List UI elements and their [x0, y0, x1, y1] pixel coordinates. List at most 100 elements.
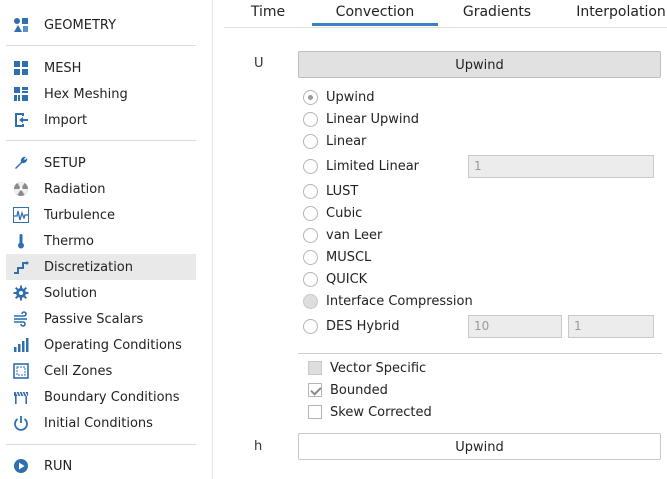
u-field-label: U [254, 56, 264, 71]
radio-indicator [303, 158, 318, 174]
radio-indicator [303, 271, 318, 287]
tab-convection[interactable]: Convection [312, 0, 438, 26]
gear-icon [12, 284, 30, 302]
radio-indicator [303, 318, 318, 334]
checkbox-label: Vector Specific [330, 360, 427, 376]
sidebar-item-label: Initial Conditions [44, 415, 153, 431]
radio-label: Cubic [326, 205, 363, 221]
sidebar-item-label: MESH [44, 60, 82, 76]
radiation-icon [12, 180, 30, 198]
bar-chart-icon [12, 336, 30, 354]
tab-time[interactable]: Time [246, 0, 290, 25]
radio-label: QUICK [326, 271, 368, 287]
sidebar-item-mesh[interactable]: MESH [6, 55, 196, 81]
radio-indicator [303, 133, 318, 149]
sidebar-item-label: Solution [44, 285, 97, 301]
sidebar-item-operating-conditions[interactable]: Operating Conditions [6, 332, 196, 358]
checkbox-label: Bounded [330, 382, 388, 398]
sidebar-divider [6, 140, 196, 141]
radio-label: van Leer [326, 227, 383, 243]
radio-indicator [303, 89, 318, 105]
radio-indicator [303, 249, 318, 265]
sidebar: GEOMETRY MESH Hex Meshing Import SETUP R… [0, 0, 213, 479]
sidebar-item-label: Thermo [44, 233, 94, 249]
radio-van-leer[interactable]: van Leer [303, 224, 382, 246]
des-hybrid-second-input[interactable]: 1 [568, 315, 654, 338]
checkbox-indicator [308, 405, 322, 419]
sidebar-item-thermo[interactable]: Thermo [6, 228, 196, 254]
power-icon [12, 414, 30, 432]
hex-meshing-icon [12, 85, 30, 103]
radio-interface-compression[interactable]: Interface Compression [303, 290, 473, 312]
sidebar-item-initial-conditions[interactable]: Initial Conditions [6, 410, 196, 436]
radio-label: Limited Linear [326, 158, 420, 174]
sidebar-item-solution[interactable]: Solution [6, 280, 196, 306]
checkbox-bounded[interactable]: Bounded [308, 379, 388, 401]
sidebar-item-hex-meshing[interactable]: Hex Meshing [6, 81, 196, 107]
geometry-icon [12, 16, 30, 34]
sidebar-item-turbulence[interactable]: Turbulence [6, 202, 196, 228]
sidebar-item-label: GEOMETRY [44, 17, 117, 33]
play-icon [12, 457, 30, 475]
radio-indicator [303, 227, 318, 243]
radio-muscl[interactable]: MUSCL [303, 246, 371, 268]
h-scheme-dropdown[interactable]: Upwind [298, 433, 661, 460]
sidebar-item-passive-scalars[interactable]: Passive Scalars [6, 306, 196, 332]
radio-label: Linear Upwind [326, 111, 420, 127]
radio-label: Interface Compression [326, 293, 473, 309]
options-divider [298, 353, 662, 354]
radio-des-hybrid[interactable]: DES Hybrid [303, 315, 400, 337]
sidebar-item-label: Cell Zones [44, 363, 113, 379]
sidebar-item-label: Hex Meshing [44, 86, 128, 102]
sidebar-item-label: SETUP [44, 155, 86, 171]
des-hybrid-first-input[interactable]: 10 [468, 315, 562, 338]
radio-quick[interactable]: QUICK [303, 268, 367, 290]
sidebar-item-radiation[interactable]: Radiation [6, 176, 196, 202]
radio-label: Linear [326, 133, 367, 149]
radio-indicator [303, 293, 318, 309]
tab-interpolation[interactable]: Interpolation [576, 0, 666, 25]
boundary-icon [12, 388, 30, 406]
checkbox-indicator [308, 383, 322, 397]
radio-cubic[interactable]: Cubic [303, 202, 362, 224]
checkbox-indicator [308, 361, 322, 375]
sidebar-item-run[interactable]: RUN [6, 453, 196, 479]
sidebar-item-label: Import [44, 112, 88, 128]
checkbox-label: Skew Corrected [330, 404, 432, 420]
sidebar-item-label: Boundary Conditions [44, 389, 180, 405]
sidebar-item-import[interactable]: Import [6, 107, 196, 133]
sidebar-item-label: Passive Scalars [44, 311, 144, 327]
radio-linear[interactable]: Linear [303, 130, 366, 152]
sidebar-item-geometry[interactable]: GEOMETRY [6, 12, 196, 38]
radio-lust[interactable]: LUST [303, 180, 358, 202]
turbulence-icon [12, 206, 30, 224]
radio-indicator [303, 205, 318, 221]
sidebar-item-label: Operating Conditions [44, 337, 182, 353]
sidebar-divider [6, 444, 196, 445]
discretization-icon [12, 258, 30, 276]
radio-linear-upwind[interactable]: Linear Upwind [303, 108, 419, 130]
radio-label: MUSCL [326, 249, 372, 265]
sidebar-item-boundary-conditions[interactable]: Boundary Conditions [6, 384, 196, 410]
limited-linear-coefficient-input[interactable]: 1 [468, 155, 654, 178]
sidebar-item-discretization[interactable]: Discretization [6, 254, 196, 280]
sidebar-item-label: Turbulence [44, 207, 116, 223]
sidebar-item-setup[interactable]: SETUP [6, 150, 196, 176]
u-scheme-dropdown[interactable]: Upwind [298, 51, 661, 78]
tab-gradients[interactable]: Gradients [458, 0, 536, 25]
checkbox-skew-corrected[interactable]: Skew Corrected [308, 401, 432, 423]
mesh-icon [12, 59, 30, 77]
wind-icon [12, 310, 30, 328]
checkbox-vector-specific[interactable]: Vector Specific [308, 357, 426, 379]
radio-indicator [303, 183, 318, 199]
radio-label: DES Hybrid [326, 318, 400, 334]
sidebar-item-label: Discretization [44, 259, 134, 275]
radio-limited-linear[interactable]: Limited Linear [303, 155, 419, 177]
sidebar-item-label: RUN [44, 458, 73, 474]
radio-label: LUST [326, 183, 359, 199]
radio-indicator [303, 111, 318, 127]
sidebar-item-label: Radiation [44, 181, 106, 197]
sidebar-item-cell-zones[interactable]: Cell Zones [6, 358, 196, 384]
cell-zones-icon [12, 362, 30, 380]
radio-upwind[interactable]: Upwind [303, 86, 375, 108]
